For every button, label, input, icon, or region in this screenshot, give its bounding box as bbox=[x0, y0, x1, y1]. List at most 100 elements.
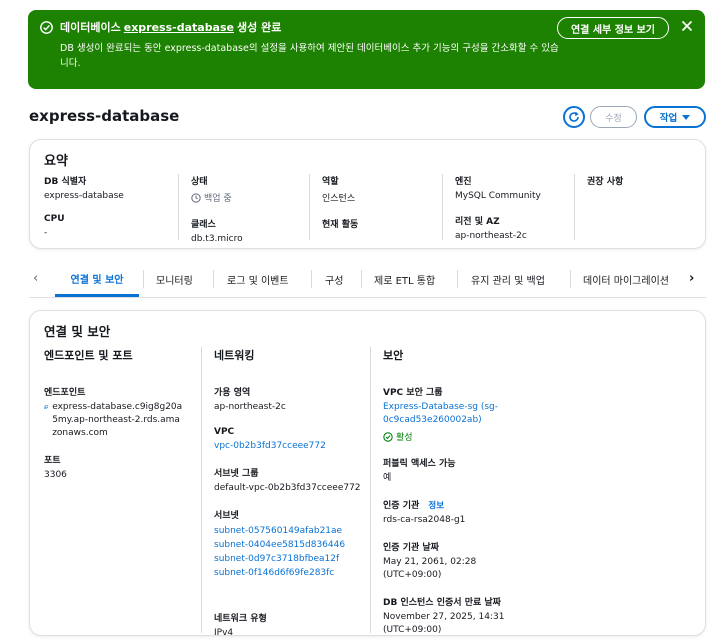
success-flash-banner: 데이터베이스 express-database 생성 완료 DB 생성이 완료되… bbox=[28, 10, 705, 89]
flash-title-suffix: 생성 완료 bbox=[237, 21, 282, 34]
subnet-link[interactable]: subnet-0404ee5815d836446 bbox=[214, 538, 361, 552]
caret-down-icon bbox=[682, 114, 691, 120]
network-type-value: IPv4 bbox=[214, 628, 234, 638]
cert-expiry-label: DB 인스턴스 인증서 만료 날짜 bbox=[383, 598, 501, 608]
class-value: db.t3.micro bbox=[191, 234, 243, 244]
vpc-security-group-label: VPC 보안 그룹 bbox=[383, 388, 443, 398]
cpu-label: CPU bbox=[44, 214, 65, 224]
tab-separator bbox=[361, 270, 362, 288]
tab-separator bbox=[457, 270, 458, 288]
success-check-icon bbox=[40, 20, 53, 34]
endpoint-label: 엔드포인트 bbox=[44, 388, 86, 398]
subnets-label: 서브넷 bbox=[214, 511, 239, 521]
detail-tabs: ‹ 연결 및 보안 모니터링 로그 및 이벤트 구성 제로 ETL 통합 유지 … bbox=[29, 262, 706, 298]
current-activity-label: 현재 활동 bbox=[322, 220, 359, 230]
engine-value: MySQL Community bbox=[455, 191, 541, 201]
subnet-list: subnet-057560149afab21ae subnet-0404ee58… bbox=[214, 524, 361, 580]
subnet-link[interactable]: subnet-057560149afab21ae bbox=[214, 524, 361, 538]
vpc-link[interactable]: vpc-0b2b3fd37cceee772 bbox=[214, 440, 361, 453]
info-link[interactable]: 정보 bbox=[428, 501, 444, 511]
security-group-status-text: 활성 bbox=[396, 433, 413, 443]
engine-label: 엔진 bbox=[455, 177, 472, 187]
endpoint-port-column: 엔드포인트 및 포트 엔드포인트 express-database.c9ig8g… bbox=[44, 347, 194, 495]
port-label: 포트 bbox=[44, 456, 61, 466]
networking-heading: 네트워킹 bbox=[214, 349, 255, 362]
security-heading: 보안 bbox=[383, 349, 404, 362]
summary-col-recommendations: 권장 사항 bbox=[574, 174, 692, 240]
page-title: express-database bbox=[29, 107, 180, 125]
certificate-authority-value: rds-ca-rsa2048-g1 bbox=[383, 515, 466, 525]
ca-date-value: May 21, 2061, 02:28 (UTC+09:00) bbox=[383, 557, 477, 580]
tab-configuration[interactable]: 구성 bbox=[325, 262, 343, 297]
view-connection-details-button[interactable]: 연결 세부 정보 보기 bbox=[556, 17, 669, 39]
security-column: 보안 VPC 보안 그룹 Express-Database-sg (sg-0c9… bbox=[370, 347, 510, 635]
summary-col-status: 상태 백업 중 클래스 db.t3.micro bbox=[178, 174, 296, 244]
networking-column: 네트워킹 가용 영역 ap-northeast-2c VPC vpc-0b2b3… bbox=[201, 347, 361, 638]
summary-title: 요약 bbox=[44, 154, 68, 169]
public-access-value: 예 bbox=[383, 473, 392, 483]
status-value: 백업 중 bbox=[191, 191, 296, 204]
close-icon[interactable] bbox=[681, 20, 693, 32]
summary-col-engine: 엔진 MySQL Community 리전 및 AZ ap-northeast-… bbox=[442, 174, 560, 241]
vpc-label: VPC bbox=[214, 427, 235, 437]
subnet-link[interactable]: subnet-0d97c3718bfbea12f bbox=[214, 552, 361, 566]
copy-icon[interactable] bbox=[44, 402, 49, 412]
region-az-value: ap-northeast-2c bbox=[455, 231, 527, 241]
flash-message: DB 생성이 완료되는 동안 express-database의 설정을 사용하… bbox=[60, 43, 559, 69]
certificate-authority-label: 인증 기관 정보 bbox=[383, 498, 510, 511]
tab-separator bbox=[143, 270, 144, 288]
certificate-authority-label-text: 인증 기관 bbox=[383, 501, 420, 511]
db-identifier-label: DB 식별자 bbox=[44, 177, 87, 187]
subnet-link[interactable]: subnet-0f146d6f69fe283fc bbox=[214, 566, 361, 580]
endpoint-value-row: express-database.c9ig8g20a5my.ap-northea… bbox=[44, 401, 184, 440]
security-group-link[interactable]: Express-Database-sg (sg-0c9cad53e260002a… bbox=[383, 401, 501, 427]
flash-db-name-link[interactable]: express-database bbox=[124, 21, 234, 34]
connectivity-security-container: 연결 및 보안 엔드포인트 및 포트 엔드포인트 express-databas… bbox=[29, 310, 706, 638]
ca-date-label: 인증 기관 날짜 bbox=[383, 543, 439, 553]
status-ok-icon bbox=[383, 431, 393, 442]
refresh-icon bbox=[569, 111, 579, 122]
summary-col-role: 역할 인스턴스 현재 활동 bbox=[309, 174, 427, 240]
db-identifier-value: express-database bbox=[44, 191, 124, 201]
summary-col-identifier: DB 식별자 express-database CPU - bbox=[44, 174, 162, 238]
region-az-label: 리전 및 AZ bbox=[455, 217, 500, 227]
tab-maintenance-backups[interactable]: 유지 관리 및 백업 bbox=[471, 262, 545, 297]
chevron-right-icon[interactable]: › bbox=[689, 271, 694, 286]
public-access-label: 퍼블릭 액세스 가능 bbox=[383, 459, 456, 469]
tab-separator bbox=[213, 270, 214, 288]
clock-icon bbox=[191, 192, 201, 203]
role-value: 인스턴스 bbox=[322, 194, 356, 204]
chevron-left-icon[interactable]: ‹ bbox=[33, 271, 38, 286]
tab-data-migration[interactable]: 데이터 마이그레이션 bbox=[583, 262, 685, 297]
tab-separator bbox=[311, 270, 312, 288]
security-group-status: 활성 bbox=[383, 430, 510, 443]
endpoint-port-heading: 엔드포인트 및 포트 bbox=[44, 349, 133, 362]
tab-separator bbox=[570, 270, 571, 288]
network-type-label: 네트워크 유형 bbox=[214, 614, 267, 624]
endpoint-value: express-database.c9ig8g20a5my.ap-northea… bbox=[52, 402, 183, 438]
recommendations-label: 권장 사항 bbox=[587, 177, 624, 187]
actions-dropdown-button[interactable]: 작업 bbox=[644, 106, 706, 128]
edit-button[interactable]: 수정 bbox=[590, 106, 637, 128]
rds-database-page: 데이터베이스 express-database 생성 완료 DB 생성이 완료되… bbox=[0, 0, 722, 641]
subnet-group-label: 서브넷 그룹 bbox=[214, 469, 259, 479]
tab-monitoring[interactable]: 모니터링 bbox=[156, 262, 193, 297]
cert-expiry-value: November 27, 2025, 14:31 (UTC+09:00) bbox=[383, 612, 505, 635]
class-label: 클래스 bbox=[191, 220, 216, 230]
subnet-group-value: default-vpc-0b2b3fd37cceee772 bbox=[214, 483, 361, 493]
tab-connectivity-security[interactable]: 연결 및 보안 bbox=[55, 262, 139, 297]
availability-zone-label: 가용 영역 bbox=[214, 388, 251, 398]
role-label: 역할 bbox=[322, 177, 339, 187]
actions-button-label: 작업 bbox=[659, 113, 678, 124]
refresh-button[interactable] bbox=[563, 106, 585, 128]
tab-zero-etl[interactable]: 제로 ETL 통합 bbox=[374, 262, 435, 297]
flash-title-prefix: 데이터베이스 bbox=[60, 21, 121, 34]
port-value: 3306 bbox=[44, 470, 67, 480]
tab-logs-events[interactable]: 로그 및 이벤트 bbox=[227, 262, 289, 297]
connectivity-title: 연결 및 보안 bbox=[44, 324, 111, 339]
status-label: 상태 bbox=[191, 177, 208, 187]
status-text: 백업 중 bbox=[204, 194, 232, 204]
availability-zone-value: ap-northeast-2c bbox=[214, 402, 286, 412]
summary-container: 요약 DB 식별자 express-database CPU - 상태 백업 중… bbox=[29, 139, 706, 249]
cpu-value: - bbox=[44, 228, 48, 238]
